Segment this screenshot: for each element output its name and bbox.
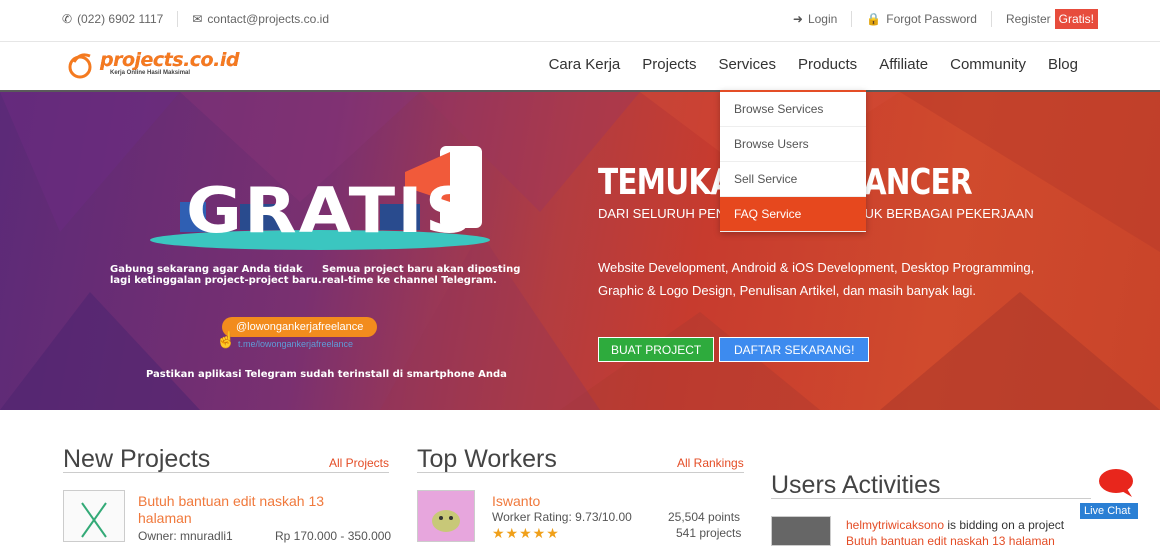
gratis-badge[interactable]: Gratis! xyxy=(1054,9,1098,29)
divider xyxy=(177,11,179,27)
nav-services[interactable]: Services xyxy=(718,56,776,73)
services-dropdown: Browse Services Browse Users Sell Servic… xyxy=(720,90,866,232)
dropdown-sell-service[interactable]: Sell Service xyxy=(720,162,866,197)
telegram-handle-button[interactable]: @lowongankerjafreelance xyxy=(222,317,378,337)
create-project-button[interactable]: BUAT PROJECT xyxy=(598,337,715,362)
worker-stars: ★★★★★ xyxy=(492,525,560,541)
project-thumbnail[interactable] xyxy=(63,490,125,542)
promo-text-right: Semua project baru akan diposting real-t… xyxy=(322,264,520,286)
nav-products[interactable]: Products xyxy=(798,56,857,73)
users-activities-title: Users Activities xyxy=(771,471,941,499)
dropdown-browse-services[interactable]: Browse Services xyxy=(720,92,866,127)
project-image-icon xyxy=(81,502,107,538)
register-now-button[interactable]: DAFTAR SEKARANG! xyxy=(719,337,870,362)
dropdown-browse-users[interactable]: Browse Users xyxy=(720,127,866,162)
main-header: projects.co.id Kerja Online Hasil Maksim… xyxy=(0,42,1160,92)
divider xyxy=(851,11,853,27)
chat-bubble-icon xyxy=(1099,469,1133,497)
project-owner: Owner: mnuradli1 xyxy=(138,529,233,543)
account-links: ➜ Login 🔒 Forgot Password Register Grati… xyxy=(793,9,1098,29)
worker-avatar-image xyxy=(432,510,460,532)
section-divider xyxy=(63,472,389,473)
telegram-link[interactable]: t.me/lowongankerjafreelance xyxy=(238,339,353,349)
lock-icon: 🔒 xyxy=(866,12,882,26)
promo-line: Gabung sekarang agar Anda tidak xyxy=(110,264,303,275)
envelope-icon: ✉ xyxy=(192,12,203,26)
top-workers-title: Top Workers xyxy=(417,445,557,473)
activity-text: helmytriwicaksono is bidding on a projec… xyxy=(846,518,1064,532)
nav-affiliate[interactable]: Affiliate xyxy=(879,56,928,73)
nav-projects[interactable]: Projects xyxy=(642,56,696,73)
project-budget: Rp 170.000 - 350.000 xyxy=(275,529,392,543)
activity-user-avatar[interactable] xyxy=(771,516,831,546)
pointer-hand-icon: ☝ xyxy=(216,332,236,349)
email-link[interactable]: contact@projects.co.id xyxy=(207,12,329,26)
contact-info: ✆ (022) 6902 1117 ✉ contact@projects.co.… xyxy=(62,11,329,27)
login-link[interactable]: Login xyxy=(808,12,837,26)
section-divider xyxy=(417,472,744,473)
live-chat-label: Live Chat xyxy=(1080,503,1138,519)
nav-blog[interactable]: Blog xyxy=(1048,56,1078,73)
project-title-line2[interactable]: halaman xyxy=(138,510,192,526)
new-projects-title: New Projects xyxy=(63,445,211,473)
worker-projects: 541 projects xyxy=(676,526,742,540)
promo-line: Semua project baru akan diposting xyxy=(322,264,521,275)
gratis-heading: GRATIS xyxy=(186,174,477,247)
activity-action: is bidding on a project xyxy=(944,518,1065,532)
section-divider xyxy=(771,498,1091,499)
live-chat-widget[interactable]: Live Chat xyxy=(1080,468,1138,519)
login-icon: ➜ xyxy=(792,12,803,26)
promo-line: lagi ketinggalan project-project baru. xyxy=(110,275,322,286)
worker-avatar[interactable] xyxy=(417,490,475,542)
logo-text: projects.co.id xyxy=(100,49,239,71)
project-title-line1[interactable]: Butuh bantuan edit naskah 13 xyxy=(138,493,324,509)
site-logo[interactable]: projects.co.id Kerja Online Hasil Maksim… xyxy=(66,50,239,80)
install-note: Pastikan aplikasi Telegram sudah terinst… xyxy=(146,369,507,380)
worker-rating: Worker Rating: 9.73/10.00 xyxy=(492,510,632,524)
dropdown-faq-service[interactable]: FAQ Service xyxy=(720,197,866,232)
divider xyxy=(990,11,992,27)
all-rankings-link[interactable]: All Rankings xyxy=(677,456,744,470)
phone-icon: ✆ xyxy=(62,12,73,26)
activity-user-link[interactable]: helmytriwicaksono xyxy=(846,518,944,532)
nav-cara-kerja[interactable]: Cara Kerja xyxy=(549,56,621,73)
worker-name[interactable]: Iswanto xyxy=(492,493,540,509)
nav-community[interactable]: Community xyxy=(950,56,1026,73)
all-projects-link[interactable]: All Projects xyxy=(329,456,389,470)
promo-text-left: Gabung sekarang agar Anda tidak lagi ket… xyxy=(110,264,322,286)
top-bar: ✆ (022) 6902 1117 ✉ contact@projects.co.… xyxy=(0,0,1160,42)
register-link[interactable]: Register xyxy=(1006,12,1051,26)
hero-description: Website Development, Android & iOS Devel… xyxy=(598,260,1035,298)
promo-line: real-time ke channel Telegram. xyxy=(322,275,497,286)
activity-project-link[interactable]: Butuh bantuan edit naskah 13 halaman xyxy=(846,534,1055,548)
forgot-password-link[interactable]: Forgot Password xyxy=(886,12,977,26)
logo-icon xyxy=(68,53,92,79)
main-nav: Cara Kerja Projects Services Products Af… xyxy=(527,56,1078,73)
worker-points: 25,504 points xyxy=(668,510,741,524)
phone-number: (022) 6902 1117 xyxy=(77,12,164,26)
hero-banner: GRATIS Gabung sekarang agar Anda tidak l… xyxy=(0,92,1160,410)
